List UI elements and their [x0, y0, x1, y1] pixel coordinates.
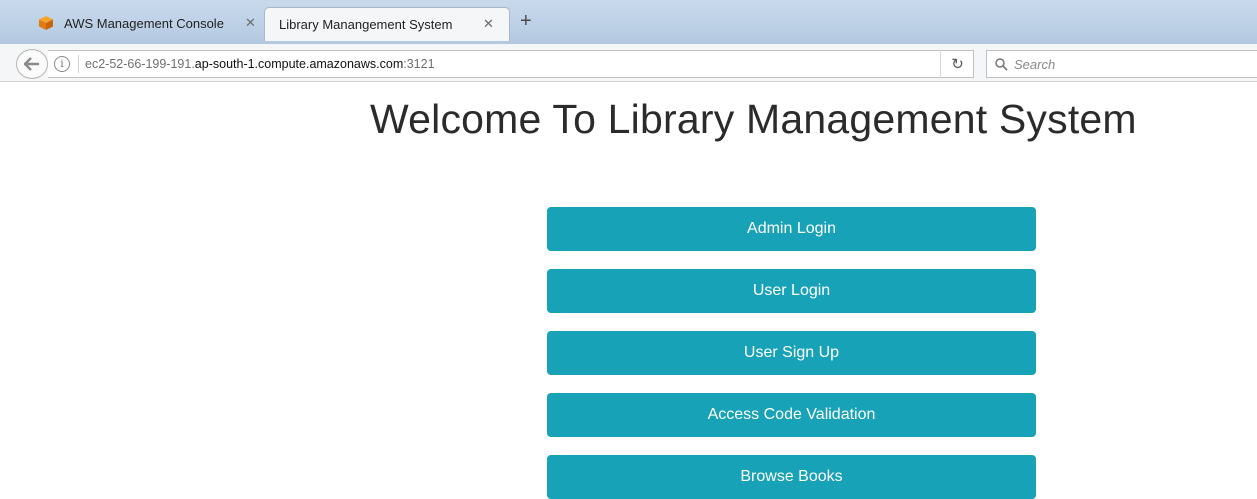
browse-books-button[interactable]: Browse Books	[547, 455, 1036, 499]
url-port: :3121	[403, 57, 435, 71]
new-tab-plus-icon[interactable]: +	[520, 10, 532, 33]
close-icon[interactable]: ✕	[245, 15, 256, 31]
back-button[interactable]	[16, 49, 48, 79]
search-icon	[995, 57, 1008, 71]
url-subdomain: ec2-52-66-199-191.	[85, 57, 195, 71]
user-sign-up-button[interactable]: User Sign Up	[547, 331, 1036, 375]
url-host: ap-south-1.compute.amazonaws.com	[194, 57, 404, 71]
close-icon[interactable]: ✕	[483, 16, 494, 32]
aws-cube-icon	[36, 14, 56, 32]
page-title: Welcome To Library Management System	[370, 96, 1137, 142]
reload-button[interactable]: ↻	[940, 50, 974, 78]
divider	[78, 55, 79, 73]
access-code-validation-button[interactable]: Access Code Validation	[547, 393, 1036, 437]
user-login-button[interactable]: User Login	[547, 269, 1036, 313]
tab-strip: AWS Management Console ✕ Library Manange…	[0, 0, 1257, 44]
navigation-bar: i ec2-52-66-199-191. ap-south-1.compute.a…	[0, 44, 1257, 82]
admin-login-button[interactable]: Admin Login	[547, 207, 1036, 251]
reload-icon: ↻	[951, 56, 964, 73]
tab-label: Library Manangement System	[279, 17, 453, 32]
search-placeholder: Search	[1014, 56, 1056, 72]
back-arrow-icon	[24, 57, 39, 71]
search-input[interactable]: Search	[986, 50, 1257, 78]
info-icon[interactable]: i	[54, 56, 70, 72]
tab-aws-management-console[interactable]: AWS Management Console ✕	[36, 8, 262, 38]
tab-label: AWS Management Console	[64, 15, 224, 31]
address-bar[interactable]: i ec2-52-66-199-191. ap-south-1.compute.a…	[48, 50, 974, 78]
tab-library-system[interactable]: Library Manangement System ✕	[264, 7, 510, 41]
